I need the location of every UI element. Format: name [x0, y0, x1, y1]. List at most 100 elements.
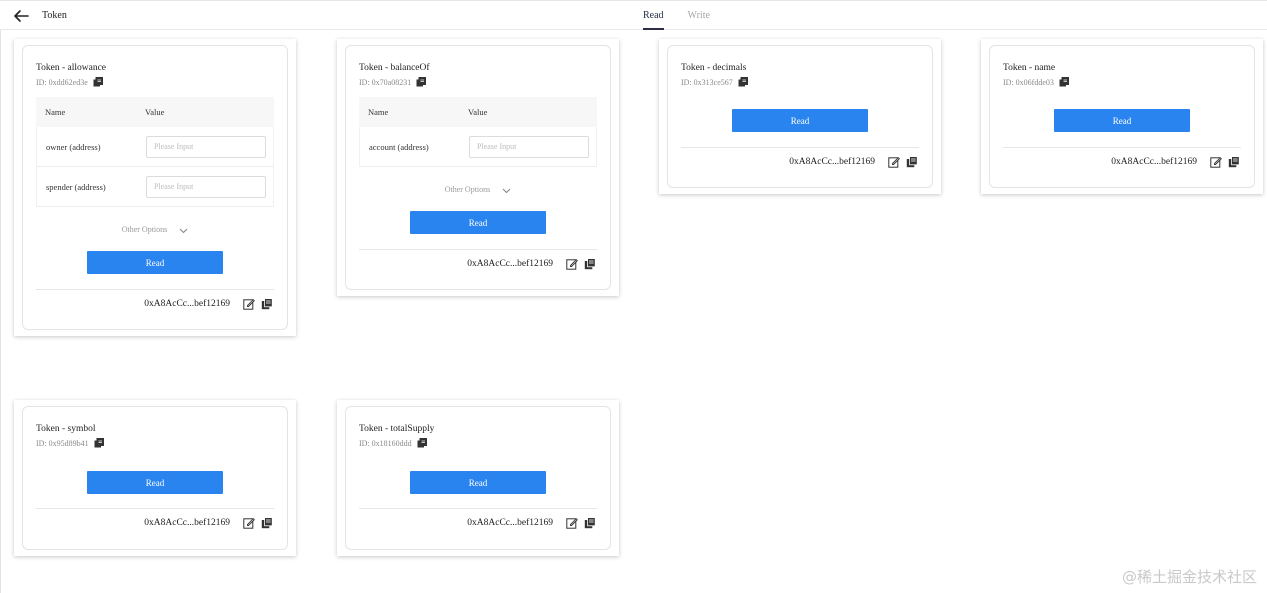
card-id: ID: 0x313ce567	[681, 77, 748, 87]
edit-icon[interactable]	[566, 517, 578, 529]
card-id: ID: 0x18160ddd	[359, 438, 427, 448]
param-table: Name Value account (address)	[359, 97, 597, 167]
param-table-header: Name Value	[36, 97, 274, 127]
copy-address-icon[interactable]	[906, 156, 918, 168]
copy-icon[interactable]	[93, 77, 103, 87]
card-id: ID: 0x70a08231	[359, 77, 427, 87]
chevron-down-icon	[502, 186, 511, 195]
contract-address: 0xA8AcCc...bef12169	[144, 299, 230, 309]
param-row-spender: spender (address)	[36, 167, 274, 207]
read-button[interactable]: Read	[410, 211, 546, 234]
divider	[1003, 147, 1241, 148]
edit-icon[interactable]	[888, 156, 900, 168]
param-row-account: account (address)	[359, 127, 597, 167]
card-symbol-body: Token - symbol ID: 0x95d89b41 Read 0xA8A…	[22, 406, 288, 550]
card-id-text: ID: 0x95d89b41	[36, 438, 89, 448]
copy-icon[interactable]	[1059, 77, 1069, 87]
contract-address-row: 0xA8AcCc...bef12169	[467, 517, 596, 529]
spender-input[interactable]	[146, 175, 266, 198]
tab-read[interactable]: Read	[643, 1, 664, 30]
contract-address-row: 0xA8AcCc...bef12169	[144, 517, 273, 529]
copy-address-icon[interactable]	[584, 517, 596, 529]
card-id-text: ID: 0x18160ddd	[359, 438, 412, 448]
contract-address-row: 0xA8AcCc...bef12169	[1111, 156, 1240, 168]
card-name: Token - name ID: 0x06fdde03 Read 0xA8AcC…	[981, 39, 1263, 194]
other-options-toggle[interactable]: Other Options	[23, 225, 287, 235]
copy-address-icon[interactable]	[261, 298, 273, 310]
copy-address-icon[interactable]	[1228, 156, 1240, 168]
card-decimals-body: Token - decimals ID: 0x313ce567 Read 0xA…	[667, 45, 933, 188]
edit-icon[interactable]	[243, 298, 255, 310]
read-button[interactable]: Read	[87, 471, 223, 494]
copy-address-icon[interactable]	[584, 258, 596, 270]
card-decimals: Token - decimals ID: 0x313ce567 Read 0xA…	[659, 39, 941, 194]
other-options-label: Other Options	[444, 185, 491, 194]
name-column-header: Name	[368, 107, 389, 117]
divider	[681, 147, 919, 148]
param-name: owner (address)	[46, 141, 101, 152]
divider	[36, 508, 274, 509]
contract-address: 0xA8AcCc...bef12169	[789, 157, 875, 167]
card-totalSupply-body: Token - totalSupply ID: 0x18160ddd Read …	[345, 406, 611, 550]
name-column-header: Name	[45, 107, 66, 117]
read-button[interactable]: Read	[410, 471, 546, 494]
card-id-text: ID: 0x313ce567	[681, 77, 733, 87]
contract-address-row: 0xA8AcCc...bef12169	[467, 258, 596, 270]
card-id: ID: 0x95d89b41	[36, 438, 104, 448]
account-input[interactable]	[469, 135, 589, 158]
other-options-toggle[interactable]: Other Options	[346, 185, 610, 195]
contract-address-row: 0xA8AcCc...bef12169	[789, 156, 918, 168]
contract-address: 0xA8AcCc...bef12169	[467, 259, 553, 269]
contract-address: 0xA8AcCc...bef12169	[467, 518, 553, 528]
read-button[interactable]: Read	[732, 109, 868, 132]
card-allowance-body: Token - allowance ID: 0xdd62ed3e Name Va…	[22, 45, 288, 330]
card-name-body: Token - name ID: 0x06fdde03 Read 0xA8AcC…	[989, 45, 1255, 188]
card-balanceOf-body: Token - balanceOf ID: 0x70a08231 Name Va…	[345, 45, 611, 290]
chevron-down-icon	[179, 226, 188, 235]
left-edge-line	[0, 30, 1, 593]
watermark: @稀土掘金技术社区	[1121, 568, 1257, 586]
card-id-text: ID: 0x06fdde03	[1003, 77, 1054, 87]
param-name: account (address)	[369, 141, 429, 152]
contract-address-row: 0xA8AcCc...bef12169	[144, 298, 273, 310]
value-column-header: Value	[468, 107, 488, 117]
divider	[359, 249, 597, 250]
card-title: Token - allowance	[36, 63, 107, 73]
edit-icon[interactable]	[1210, 156, 1222, 168]
divider	[359, 508, 597, 509]
page-title: Token	[42, 10, 67, 21]
top-bar: Token Read Write	[0, 0, 1267, 30]
card-title: Token - decimals	[681, 63, 747, 73]
card-id-text: ID: 0x70a08231	[359, 77, 412, 87]
edit-icon[interactable]	[566, 258, 578, 270]
copy-icon[interactable]	[738, 77, 748, 87]
tab-write[interactable]: Write	[688, 1, 710, 30]
card-symbol: Token - symbol ID: 0x95d89b41 Read 0xA8A…	[14, 400, 296, 556]
tab-bar: Read Write	[643, 1, 734, 31]
copy-icon[interactable]	[417, 438, 427, 448]
card-id: ID: 0xdd62ed3e	[36, 77, 103, 87]
contract-address: 0xA8AcCc...bef12169	[1111, 157, 1197, 167]
card-id: ID: 0x06fdde03	[1003, 77, 1069, 87]
card-title: Token - balanceOf	[359, 63, 430, 73]
other-options-label: Other Options	[121, 225, 168, 234]
copy-address-icon[interactable]	[261, 517, 273, 529]
back-arrow-icon[interactable]	[12, 7, 32, 25]
read-button[interactable]: Read	[1054, 109, 1190, 132]
card-allowance: Token - allowance ID: 0xdd62ed3e Name Va…	[14, 39, 296, 336]
card-title: Token - totalSupply	[359, 424, 435, 434]
owner-input[interactable]	[146, 135, 266, 158]
edit-icon[interactable]	[243, 517, 255, 529]
param-table: Name Value owner (address) spender (addr…	[36, 97, 274, 207]
contract-address: 0xA8AcCc...bef12169	[144, 518, 230, 528]
value-column-header: Value	[145, 107, 165, 117]
card-balanceOf: Token - balanceOf ID: 0x70a08231 Name Va…	[337, 39, 619, 296]
card-totalSupply: Token - totalSupply ID: 0x18160ddd Read …	[337, 400, 619, 556]
copy-icon[interactable]	[416, 77, 427, 87]
copy-icon[interactable]	[94, 438, 104, 448]
card-title: Token - name	[1003, 63, 1056, 73]
read-button[interactable]: Read	[87, 251, 223, 274]
card-id-text: ID: 0xdd62ed3e	[36, 77, 88, 87]
divider	[36, 289, 274, 290]
param-table-header: Name Value	[359, 97, 597, 127]
